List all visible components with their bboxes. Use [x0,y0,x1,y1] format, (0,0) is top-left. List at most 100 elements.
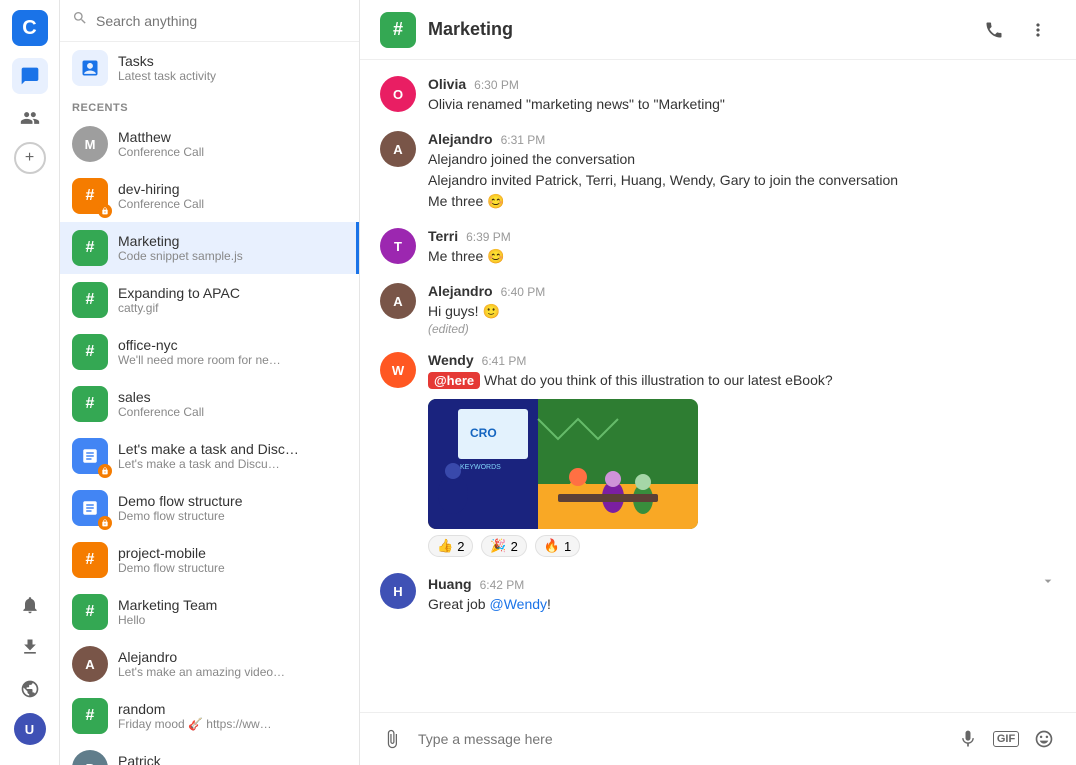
gif-button[interactable]: GIF [990,723,1022,755]
demo-flow-name: Demo flow structure [118,493,347,509]
dev-hiring-sub: Conference Call [118,197,347,211]
sidebar-item-sales[interactable]: # sales Conference Call [60,378,359,430]
random-name: random [118,701,347,717]
huang-avatar: H [380,573,416,609]
emoji-button[interactable] [1028,723,1060,755]
alejandro-msg-1: Alejandro joined the conversation [428,149,1056,170]
main-chat: # Marketing O Olivia 6:30 PM Olivia rena… [360,0,1076,765]
attachment-button[interactable] [376,723,408,755]
sidebar-item-alejandro[interactable]: A Alejandro Let's make an amazing video… [60,638,359,690]
message-alejandro-1: A Alejandro 6:31 PM Alejandro joined the… [380,131,1056,212]
sidebar-item-random[interactable]: # random Friday mood 🎸 https://ww… [60,690,359,742]
alejandro-msg-name: Alejandro [428,131,493,147]
recents-label: RECENTS [60,94,359,118]
more-options-button[interactable] [1020,12,1056,48]
message-olivia: O Olivia 6:30 PM Olivia renamed "marketi… [380,76,1056,115]
demo-flow-sub: Demo flow structure [118,509,347,523]
terri-name: Terri [428,228,458,244]
alejandro-sub: Let's make an amazing video… [118,665,347,679]
svg-text:CRO: CRO [470,426,497,440]
alejandro-msg-time: 6:31 PM [501,133,546,147]
alejandro-name-2: Alejandro [428,283,493,299]
marketing-team-sub: Hello [118,613,347,627]
alejandro-msg-3: Me three 😊 [428,191,1056,212]
nav-download[interactable] [12,629,48,665]
patrick-name: Patrick [118,753,347,765]
reaction-fire[interactable]: 🔥1 [535,535,580,557]
voice-button[interactable] [952,723,984,755]
office-nyc-icon: # [72,334,108,370]
sidebar-item-office-nyc[interactable]: # office-nyc We'll need more room for ne… [60,326,359,378]
sidebar-item-project-mobile[interactable]: # project-mobile Demo flow structure [60,534,359,586]
nav-contacts[interactable] [12,100,48,136]
sidebar: Tasks Latest task activity RECENTS M Mat… [60,0,360,765]
tasks-name: Tasks [118,53,347,69]
message-alejandro-2: A Alejandro 6:40 PM Hi guys! 🙂 (edited) [380,283,1056,336]
sidebar-item-matthew[interactable]: M Matthew Conference Call [60,118,359,170]
message-wendy: W Wendy 6:41 PM @here What do you think … [380,352,1056,557]
huang-name: Huang [428,576,472,592]
expand-button[interactable] [1040,573,1056,592]
alejandro-msg-hi: Hi guys! 🙂 [428,301,1056,322]
message-huang: H Huang 6:42 PM Great job @Wendy! [380,573,1056,615]
icon-bar: C + U [0,0,60,765]
search-input[interactable] [96,13,347,29]
project-mobile-name: project-mobile [118,545,347,561]
sidebar-item-demo-flow[interactable]: Demo flow structure Demo flow structure [60,482,359,534]
chat-header: # Marketing [360,0,1076,60]
sidebar-item-patrick[interactable]: P Patrick A-yo 👋 [60,742,359,765]
app-logo[interactable]: C [12,10,48,46]
sidebar-item-lets-make-task[interactable]: Let's make a task and Disc… Let's make a… [60,430,359,482]
sales-icon: # [72,386,108,422]
sidebar-item-expanding-apac[interactable]: # Expanding to APAC catty.gif [60,274,359,326]
wendy-time: 6:41 PM [482,354,527,368]
wendy-image[interactable]: CRO KEYWORDS [428,399,698,529]
sidebar-item-marketing-team[interactable]: # Marketing Team Hello [60,586,359,638]
sales-sub: Conference Call [118,405,347,419]
alejandro-msg-2: Alejandro invited Patrick, Terri, Huang,… [428,170,1056,191]
reaction-party[interactable]: 🎉2 [481,535,526,557]
lock-badge-2 [98,464,112,478]
patrick-avatar: P [72,750,108,765]
chat-input-bar: GIF [360,712,1076,765]
sidebar-item-tasks[interactable]: Tasks Latest task activity [60,42,359,94]
lock-badge [98,204,112,218]
sidebar-item-marketing[interactable]: # Marketing Code snippet sample.js [60,222,359,274]
user-avatar[interactable]: U [14,713,46,745]
wendy-msg-text: What do you think of this illustration t… [484,372,833,388]
add-icon: + [25,149,34,167]
matthew-name: Matthew [118,129,347,145]
mention-here-badge: @here [428,372,480,389]
sidebar-item-dev-hiring[interactable]: # dev-hiring Conference Call [60,170,359,222]
nav-globe[interactable] [12,671,48,707]
call-button[interactable] [976,12,1012,48]
wendy-avatar: W [380,352,416,388]
channel-title: Marketing [428,19,964,40]
nav-chat[interactable] [12,58,48,94]
olivia-avatar: O [380,76,416,112]
tasks-sub: Latest task activity [118,69,347,83]
random-icon: # [72,698,108,734]
office-nyc-sub: We'll need more room for ne… [118,353,347,367]
terri-time: 6:39 PM [466,230,511,244]
nav-add[interactable]: + [14,142,46,174]
chat-messages: O Olivia 6:30 PM Olivia renamed "marketi… [360,60,1076,712]
lock-badge-3 [98,516,112,530]
reaction-thumbsup[interactable]: 👍2 [428,535,473,557]
huang-msg: Great job @Wendy! [428,594,1056,615]
expanding-icon: # [72,282,108,318]
sidebar-list: Tasks Latest task activity RECENTS M Mat… [60,42,359,765]
nav-notifications[interactable] [12,587,48,623]
mention-wendy: @Wendy [489,596,547,612]
wendy-reactions: 👍2 🎉2 🔥1 [428,535,1056,557]
alejandro-edited: (edited) [428,322,1056,336]
message-input[interactable] [418,731,942,747]
sales-name: sales [118,389,347,405]
lets-task-sub: Let's make a task and Discu… [118,457,347,471]
marketing-name: Marketing [118,233,344,249]
terri-avatar: T [380,228,416,264]
wendy-msg: @here What do you think of this illustra… [428,370,1056,391]
alejandro-avatar: A [72,646,108,682]
message-terri: T Terri 6:39 PM Me three 😊 [380,228,1056,267]
expanding-sub: catty.gif [118,301,347,315]
